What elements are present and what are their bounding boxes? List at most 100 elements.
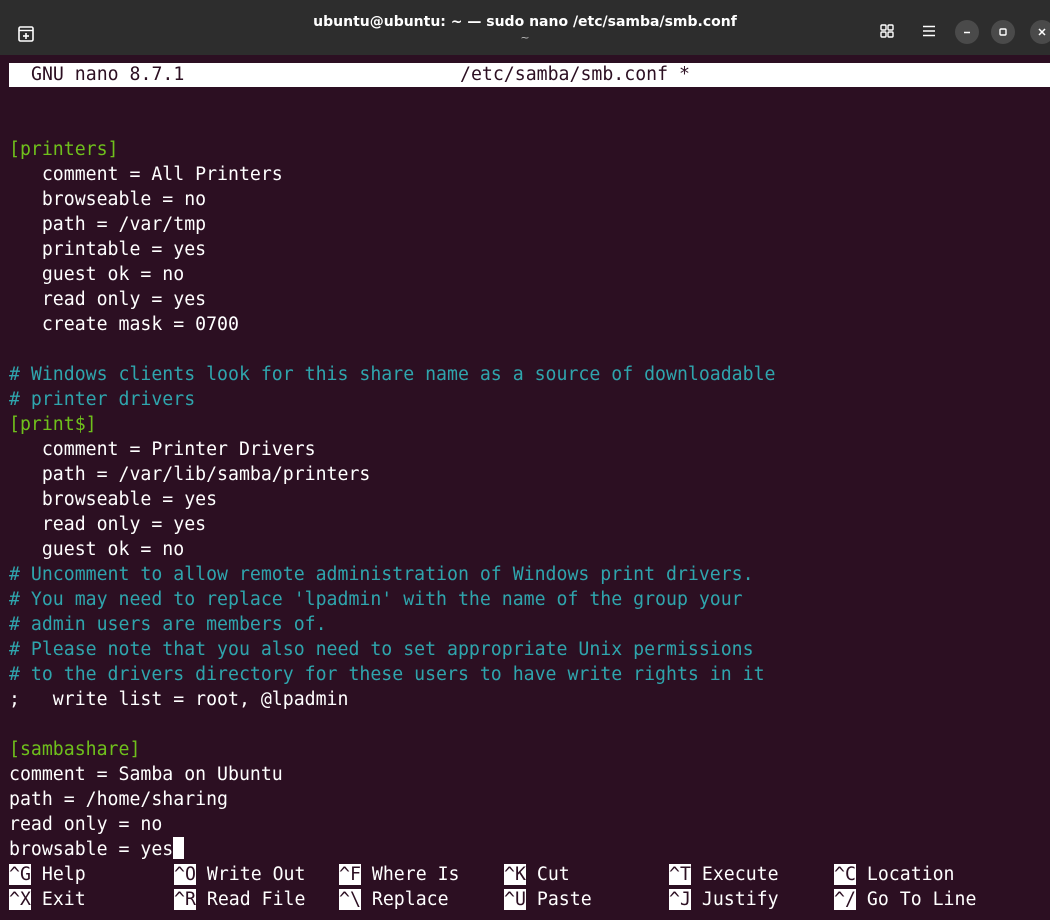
shortcut-label: Paste (536, 889, 592, 910)
editor-line[interactable]: guest ok = no (9, 262, 184, 287)
nano-filename: /etc/samba/smb.conf * (460, 64, 690, 85)
editor-line-text: create mask = 0700 (9, 314, 239, 335)
comment-line[interactable]: # Please note that you also need to set … (9, 637, 754, 662)
shortcut-label: Read File (206, 889, 306, 910)
editor-line-text: browseable = no (9, 189, 207, 210)
editor-line-text: comment = Printer Drivers (9, 439, 316, 460)
shortcut-key: ^J (669, 889, 691, 910)
editor-line[interactable]: path = /var/tmp (9, 212, 206, 237)
shortcut-where-is[interactable]: ^F Where Is (339, 862, 460, 887)
editor-line[interactable]: read only = yes (9, 287, 206, 312)
maximize-icon[interactable] (991, 20, 1015, 44)
editor-line-text: # admin users are members of. (9, 614, 327, 635)
editor-line[interactable]: path = /var/lib/samba/printers (9, 462, 371, 487)
text-cursor (173, 837, 185, 859)
shortcut-key: ^F (339, 864, 361, 885)
title-bar: ubuntu@ubuntu: ~ — sudo nano /etc/samba/… (0, 0, 1050, 55)
shortcut-write-out[interactable]: ^O Write Out (174, 862, 305, 887)
editor-line-text: browseable = yes (9, 489, 218, 510)
editor-line-text: # Uncomment to allow remote administrati… (9, 564, 754, 585)
nano-version: GNU nano 8.7.1 (31, 64, 185, 85)
editor-line-text: guest ok = no (9, 264, 185, 285)
editor-line[interactable]: path = /home/sharing (9, 787, 228, 812)
shortcut-key: ^\ (339, 889, 361, 910)
editor-line-text: path = /var/lib/samba/printers (9, 464, 371, 485)
terminal-window: ubuntu@ubuntu: ~ — sudo nano /etc/samba/… (0, 0, 1050, 920)
shortcut-execute[interactable]: ^T Execute (669, 862, 779, 887)
editor-line[interactable]: printable = yes (9, 237, 206, 262)
editor-line[interactable]: browseable = yes (9, 487, 217, 512)
shortcut-label: Where Is (371, 864, 460, 885)
editor-line-text: guest ok = no (9, 539, 185, 560)
terminal-content[interactable]: GNU nano 8.7.1 /etc/samba/smb.conf * [pr… (0, 55, 1050, 920)
shortcut-key: ^R (174, 889, 196, 910)
shortcut-paste[interactable]: ^U Paste (504, 887, 592, 912)
grid-view-icon[interactable] (874, 18, 900, 44)
editor-line-text: read only = yes (9, 289, 207, 310)
editor-line-text: ; write list = root, @lpadmin (9, 689, 349, 710)
shortcut-key: ^X (9, 889, 31, 910)
shortcut-label: Go To Line (866, 889, 977, 910)
shortcut-key: ^U (504, 889, 526, 910)
editor-line[interactable]: read only = no (9, 812, 162, 837)
shortcut-help[interactable]: ^G Help (9, 862, 86, 887)
editor-line-text: browsable = yes (9, 839, 174, 860)
editor-line[interactable]: browseable = no (9, 187, 206, 212)
nano-header-bar: GNU nano 8.7.1 /etc/samba/smb.conf * (9, 63, 1050, 87)
editor-line-text: # Windows clients look for this share na… (9, 364, 776, 385)
shortcut-label: Write Out (206, 864, 306, 885)
shortcut-key: ^G (9, 864, 31, 885)
section-header-line[interactable]: [printers] (9, 137, 119, 162)
close-icon[interactable] (1030, 20, 1050, 44)
editor-line[interactable]: comment = Printer Drivers (9, 437, 316, 462)
shortcut-label: Execute (701, 864, 779, 885)
editor-line-text: [printers] (9, 139, 119, 160)
editor-line[interactable]: comment = Samba on Ubuntu (9, 762, 283, 787)
shortcut-justify[interactable]: ^J Justify (669, 887, 779, 912)
editor-line-text: # Please note that you also need to set … (9, 639, 754, 660)
shortcut-exit[interactable]: ^X Exit (9, 887, 86, 912)
editor-line[interactable]: guest ok = no (9, 537, 184, 562)
shortcut-key: ^/ (834, 889, 856, 910)
editor-line-text: # to the drivers directory for these use… (9, 664, 765, 685)
section-header-line[interactable]: [sambashare] (9, 737, 140, 762)
shortcut-label: Help (41, 864, 86, 885)
comment-line[interactable]: # Windows clients look for this share na… (9, 362, 776, 387)
comment-line[interactable]: # printer drivers (9, 387, 195, 412)
editor-line-text: # printer drivers (9, 389, 196, 410)
editor-line[interactable]: ; write list = root, @lpadmin (9, 687, 348, 712)
editor-line-text: comment = Samba on Ubuntu (9, 764, 283, 785)
editor-line-text: path = /home/sharing (9, 789, 228, 810)
editor-line-text: read only = yes (9, 514, 207, 535)
shortcut-key: ^T (669, 864, 691, 885)
shortcut-cut[interactable]: ^K Cut (504, 862, 570, 887)
editor-line[interactable]: browsable = yes (9, 837, 185, 862)
shortcut-label: Replace (371, 889, 449, 910)
shortcut-replace[interactable]: ^\ Replace (339, 887, 449, 912)
editor-line[interactable]: create mask = 0700 (9, 312, 239, 337)
comment-line[interactable]: # admin users are members of. (9, 612, 327, 637)
editor-line-text: printable = yes (9, 239, 207, 260)
shortcut-label: Cut (536, 864, 570, 885)
hamburger-menu-icon[interactable] (916, 18, 942, 44)
comment-line[interactable]: # to the drivers directory for these use… (9, 662, 765, 687)
editor-line-text: path = /var/tmp (9, 214, 207, 235)
comment-line[interactable]: # Uncomment to allow remote administrati… (9, 562, 754, 587)
editor-line-text: # You may need to replace 'lpadmin' with… (9, 589, 743, 610)
editor-line-text: [print$] (9, 414, 97, 435)
shortcut-read-file[interactable]: ^R Read File (174, 887, 305, 912)
shortcut-label: Justify (701, 889, 779, 910)
shortcut-key: ^O (174, 864, 196, 885)
comment-line[interactable]: # You may need to replace 'lpadmin' with… (9, 587, 743, 612)
section-header-line[interactable]: [print$] (9, 412, 97, 437)
editor-line-text: read only = no (9, 814, 163, 835)
editor-line[interactable]: read only = yes (9, 512, 206, 537)
shortcut-location[interactable]: ^C Location (834, 862, 955, 887)
editor-line-text: comment = All Printers (9, 164, 283, 185)
editor-line[interactable]: comment = All Printers (9, 162, 283, 187)
minimize-icon[interactable] (955, 20, 979, 44)
shortcut-label: Exit (41, 889, 86, 910)
shortcut-go-to-line[interactable]: ^/ Go To Line (834, 887, 976, 912)
shortcut-label: Location (866, 864, 955, 885)
editor-line-text: [sambashare] (9, 739, 141, 760)
